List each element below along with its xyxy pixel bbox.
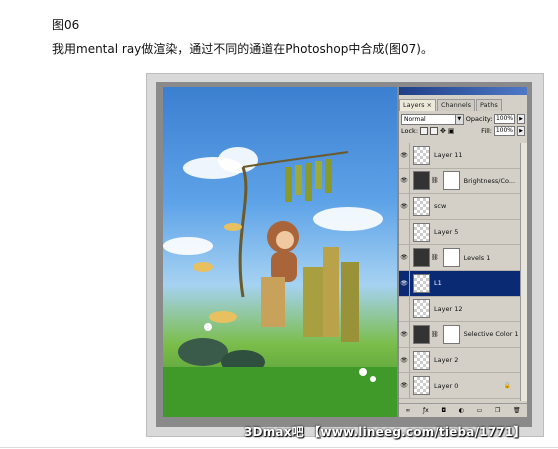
tab-paths[interactable]: Paths (476, 99, 502, 111)
layer-row[interactable]: 👁 Layer 11 (399, 143, 521, 169)
eye-icon[interactable]: 👁 (399, 143, 410, 168)
layer-name: scw (434, 202, 447, 211)
layer-name: Layer 12 (434, 304, 463, 313)
eye-hidden-icon[interactable] (399, 219, 410, 245)
close-icon[interactable]: × (427, 101, 432, 109)
layer-row[interactable]: Layer 12 (399, 296, 521, 323)
chevron-down-icon: ▼ (454, 114, 463, 124)
render-image (163, 87, 397, 417)
layer-thumbnail (413, 376, 430, 396)
opacity-input[interactable]: 100% (494, 114, 516, 124)
fill-arrow-icon[interactable]: ▶ (517, 126, 525, 136)
watermark: 3Dmax吧 【www.lineeg.com/tieba/1771】 (244, 425, 526, 439)
fill-input[interactable]: 100% (494, 126, 515, 136)
fill-label: Fill: (481, 127, 492, 135)
adjustment-thumbnail (413, 171, 430, 191)
panel-titlebar (399, 87, 527, 95)
adjustment-icon[interactable]: ◐ (459, 407, 464, 414)
new-layer-icon[interactable]: ❐ (495, 407, 500, 414)
eye-icon[interactable]: 👁 (399, 168, 410, 194)
tab-channels[interactable]: Channels (436, 99, 476, 111)
layer-row[interactable]: 👁 ⛓ Levels 1 (399, 245, 521, 271)
link-icon: ⛓ (431, 330, 439, 338)
opacity-arrow-icon[interactable]: ▶ (517, 114, 525, 124)
group-icon[interactable]: ▭ (477, 407, 483, 414)
layer-name: Layer 0 (434, 381, 459, 390)
eye-icon[interactable]: 👁 (399, 245, 410, 270)
layer-row[interactable]: 👁 scw (399, 194, 521, 220)
lock-image-icon[interactable] (430, 127, 439, 135)
fx-icon[interactable]: ƒx (423, 407, 429, 414)
caption-text: 我用mental ray做渲染，通过不同的通道在Photoshop中合成(图07… (52, 42, 433, 56)
link-icon: ⛓ (431, 177, 439, 185)
lock-label: Lock: (401, 127, 419, 135)
layer-thumbnail (413, 350, 430, 370)
layer-name: Layer 2 (434, 356, 459, 365)
layer-name: Selective Color 1 (463, 330, 519, 339)
layer-thumbnail (413, 145, 430, 165)
mask-thumbnail (442, 248, 460, 268)
tab-layers[interactable]: Layers × (399, 99, 436, 111)
blend-mode-select[interactable]: Normal ▼ (401, 113, 464, 125)
divider (0, 447, 558, 448)
layer-name: Levels 1 (463, 253, 491, 262)
layer-name: Brightness/Co... (463, 176, 516, 185)
layer-row[interactable]: Layer 5 (399, 219, 521, 246)
mask-thumbnail (442, 171, 460, 191)
layers-scrollbar[interactable] (520, 143, 527, 401)
layer-row[interactable]: 👁 Layer 0 🔒 (399, 373, 521, 399)
trash-icon[interactable]: 🗑 (513, 407, 521, 414)
layer-name: Layer 11 (434, 151, 463, 160)
panel-bottom-bar: ∞ ƒx ◘ ◐ ▭ ❐ 🗑 (399, 403, 527, 417)
eye-hidden-icon[interactable] (399, 296, 410, 322)
layers-panel: Layers × Channels Paths Normal ▼ Opacity:… (398, 87, 527, 417)
layer-row[interactable]: 👁 ⛓ Selective Color 1 (399, 322, 521, 348)
eye-icon[interactable]: 👁 (399, 194, 410, 219)
lock-icon: 🔒 (503, 382, 511, 390)
layer-name: Layer 5 (434, 228, 459, 237)
figure-label: 图06 (52, 18, 80, 32)
link-icon: ⛓ (431, 254, 439, 262)
layer-thumbnail (413, 299, 430, 319)
layer-row-selected[interactable]: 👁 L1 (399, 270, 521, 297)
mask-icon[interactable]: ◘ (441, 407, 446, 414)
mask-thumbnail (442, 324, 460, 344)
adjustment-thumbnail (413, 248, 430, 268)
eye-icon[interactable]: 👁 (399, 373, 410, 398)
lock-position-icon[interactable]: ✥ (440, 127, 446, 135)
eye-icon[interactable]: 👁 (399, 347, 410, 373)
panel-tabs: Layers × Channels Paths (399, 99, 527, 111)
eye-icon[interactable]: 👁 (399, 322, 410, 347)
layer-row[interactable]: 👁 Layer 2 (399, 347, 521, 374)
layer-thumbnail (413, 222, 430, 242)
layer-thumbnail (413, 273, 430, 293)
adjustment-thumbnail (413, 324, 430, 344)
layer-thumbnail (413, 196, 430, 216)
opacity-label: Opacity: (465, 115, 493, 123)
lock-all-icon[interactable]: ▣ (448, 127, 455, 135)
eye-icon[interactable]: 👁 (399, 270, 410, 296)
link-icon[interactable]: ∞ (405, 407, 410, 414)
layer-row[interactable]: 👁 ⛓ Brightness/Co... (399, 168, 521, 195)
layer-name: L1 (434, 279, 442, 288)
layer-list: 👁 Layer 11 👁 ⛓ Brightness/Co... 👁 scw La… (399, 143, 521, 399)
lock-transparency-icon[interactable] (420, 127, 429, 135)
